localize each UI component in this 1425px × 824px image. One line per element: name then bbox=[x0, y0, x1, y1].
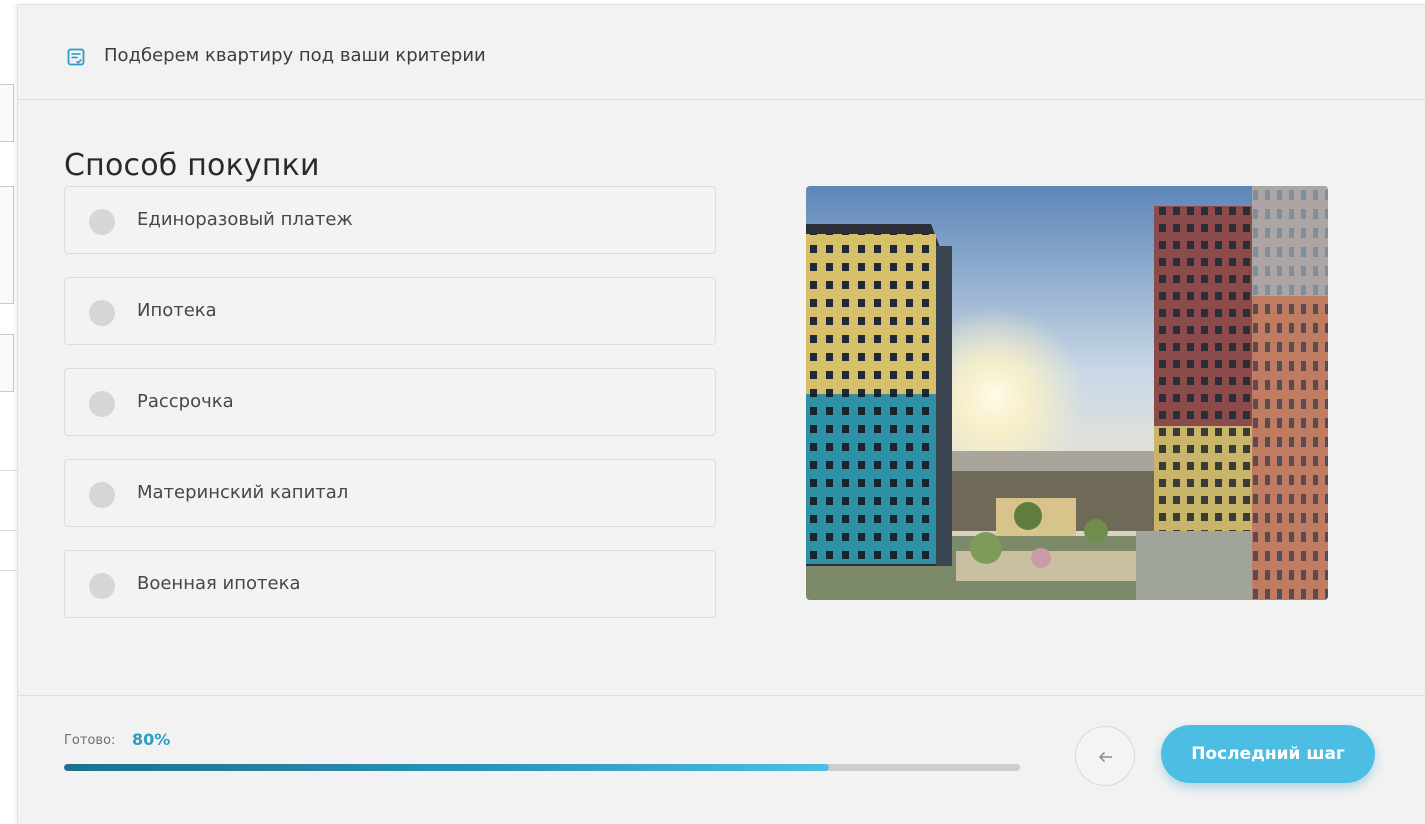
list-check-icon bbox=[67, 48, 85, 66]
progress-label: Готово: bbox=[64, 733, 116, 748]
option-label: Военная ипотека bbox=[137, 573, 301, 594]
progress-bar-fill bbox=[64, 764, 829, 771]
progress-value: 80% bbox=[132, 730, 171, 749]
option-label: Ипотека bbox=[137, 300, 217, 321]
radio-button[interactable] bbox=[89, 391, 115, 417]
option-label: Единоразовый платеж bbox=[137, 209, 353, 230]
background-thumbnail bbox=[0, 84, 14, 142]
radio-button[interactable] bbox=[89, 300, 115, 326]
option-military-mortgage[interactable]: Военная ипотека bbox=[64, 550, 716, 618]
residential-towers-photo bbox=[806, 186, 1328, 600]
modal-header-title: Подберем квартиру под ваши критерии bbox=[104, 45, 486, 66]
option-mortgage[interactable]: Ипотека bbox=[64, 277, 716, 345]
radio-button[interactable] bbox=[89, 482, 115, 508]
back-button[interactable] bbox=[1075, 726, 1135, 786]
step-title: Способ покупки bbox=[64, 147, 320, 183]
radio-button[interactable] bbox=[89, 209, 115, 235]
quiz-modal: Подберем квартиру под ваши критерии Спос… bbox=[17, 4, 1425, 824]
arrow-left-icon bbox=[1098, 751, 1112, 763]
option-label: Материнский капитал bbox=[137, 482, 349, 503]
background-thumbnail bbox=[0, 186, 14, 304]
option-one-time-payment[interactable]: Единоразовый платеж bbox=[64, 186, 716, 254]
background-thumbnail bbox=[0, 334, 14, 392]
option-maternity-capital[interactable]: Материнский капитал bbox=[64, 459, 716, 527]
option-label: Рассрочка bbox=[137, 391, 234, 412]
modal-header: Подберем квартиру под ваши критерии bbox=[18, 5, 1425, 100]
last-step-button[interactable]: Последний шаг bbox=[1161, 725, 1375, 783]
progress-bar bbox=[64, 764, 1020, 771]
radio-button[interactable] bbox=[89, 573, 115, 599]
footer-divider bbox=[18, 695, 1425, 696]
payment-options: Единоразовый платеж Ипотека Рассрочка Ма… bbox=[64, 186, 716, 641]
option-installment[interactable]: Рассрочка bbox=[64, 368, 716, 436]
